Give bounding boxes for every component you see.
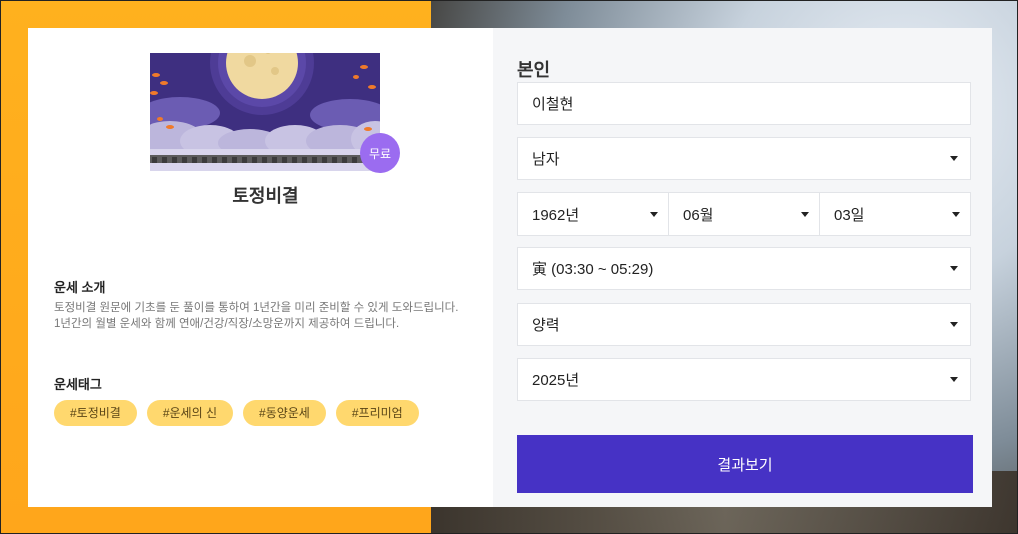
tag-item[interactable]: #동양운세	[243, 400, 326, 426]
calendar-type-value: 양력	[532, 317, 560, 334]
gender-value: 남자	[532, 151, 560, 168]
birth-date-row: 1962년 06월 03일	[517, 192, 971, 236]
birth-day-select[interactable]: 03일	[820, 192, 971, 236]
page-frame: 무료 토정비결 운세 소개 토정비결 원문에 기초를 둔 풀이를 통하여 1년간…	[0, 0, 1018, 534]
birth-info-form: 본인 이철현 남자 1962년 06월 03일 寅 (03:30 ~ 05:29…	[493, 28, 992, 507]
tag-item[interactable]: #운세의 신	[146, 400, 234, 426]
chevron-down-icon	[650, 212, 658, 217]
target-year-value: 2025년	[532, 372, 580, 389]
intro-title: 운세 소개	[54, 280, 106, 295]
calendar-type-select[interactable]: 양력	[517, 303, 971, 346]
birth-month-value: 06월	[683, 206, 714, 224]
product-info-panel: 무료 토정비결 운세 소개 토정비결 원문에 기초를 둔 풀이를 통하여 1년간…	[38, 11, 493, 491]
birth-time-value: 寅 (03:30 ~ 05:29)	[532, 261, 654, 278]
target-year-select[interactable]: 2025년	[517, 358, 971, 401]
birth-year-select[interactable]: 1962년	[517, 192, 669, 236]
product-title: 토정비결	[232, 186, 299, 206]
name-input[interactable]: 이철현	[517, 82, 971, 125]
chevron-down-icon	[950, 156, 958, 161]
view-result-button[interactable]: 결과보기	[517, 435, 973, 493]
tag-item[interactable]: #토정비결	[54, 400, 137, 426]
moon-illustration	[136, 11, 399, 171]
chevron-down-icon	[801, 212, 809, 217]
birth-month-select[interactable]: 06월	[669, 192, 820, 236]
person-label: 본인	[517, 60, 551, 80]
chevron-down-icon	[950, 377, 958, 382]
product-thumbnail: 무료	[136, 11, 400, 173]
tag-item[interactable]: #프리미엄	[335, 400, 419, 426]
chevron-down-icon	[950, 322, 958, 327]
tags-title: 운세태그	[54, 377, 102, 392]
birth-year-value: 1962년	[532, 206, 580, 224]
name-value: 이철현	[532, 96, 574, 113]
gender-select[interactable]: 남자	[517, 137, 971, 180]
birth-day-value: 03일	[834, 206, 865, 224]
intro-text: 토정비결 원문에 기초를 둔 풀이를 통하여 1년간을 미리 준비할 수 있게 …	[54, 302, 459, 330]
fortune-card: 무료 토정비결 운세 소개 토정비결 원문에 기초를 둔 풀이를 통하여 1년간…	[28, 11, 992, 507]
tag-list: #토정비결 #운세의 신 #동양운세 #프리미엄	[54, 400, 419, 426]
chevron-down-icon	[950, 266, 958, 271]
chevron-down-icon	[952, 212, 960, 217]
free-badge: 무료	[360, 133, 400, 173]
birth-time-select[interactable]: 寅 (03:30 ~ 05:29)	[517, 247, 971, 290]
